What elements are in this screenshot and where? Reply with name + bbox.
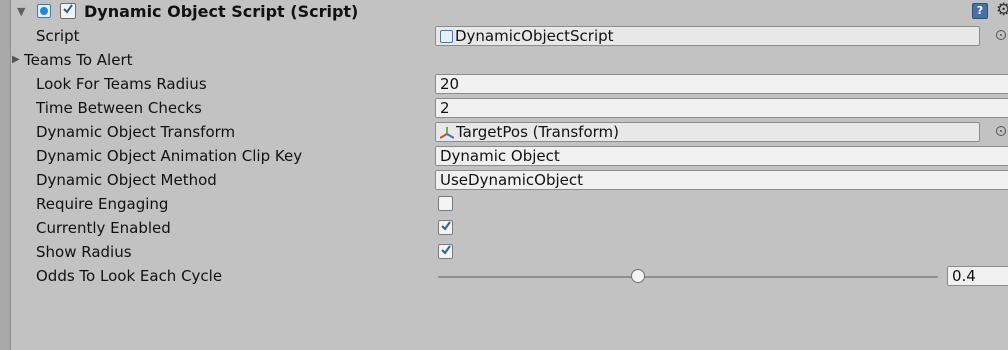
field-row-dynamic-object-transform: Dynamic Object Transform TargetPos (Tran…: [12, 120, 1008, 144]
transform-icon: [440, 126, 454, 139]
odds-value-input[interactable]: 0.4: [947, 266, 1008, 286]
field-row-teams-to-alert[interactable]: ▶ Teams To Alert: [12, 48, 1008, 72]
field-label: Currently Enabled: [36, 219, 171, 237]
field-label: Look For Teams Radius: [36, 75, 207, 93]
script-object-field[interactable]: DynamicObjectScript: [435, 26, 980, 46]
field-label: Dynamic Object Method: [36, 171, 217, 189]
field-row-dynamic-object-method: Dynamic Object Method UseDynamicObject: [12, 168, 1008, 192]
checkmark-icon: [441, 221, 451, 231]
field-row-show-radius: Show Radius: [12, 240, 1008, 264]
field-label: Teams To Alert: [24, 51, 133, 69]
field-label: Time Between Checks: [36, 99, 202, 117]
odds-slider-track[interactable]: [438, 276, 938, 278]
transform-value: TargetPos (Transform): [456, 123, 619, 141]
foldout-arrow-icon[interactable]: ▼: [17, 5, 25, 18]
field-label: Dynamic Object Animation Clip Key: [36, 147, 303, 165]
dynamic-object-method-input[interactable]: UseDynamicObject: [435, 170, 1008, 190]
gear-icon[interactable]: ⚙: [996, 0, 1008, 20]
field-label: Require Engaging: [36, 195, 169, 213]
time-between-checks-input[interactable]: 2: [435, 98, 1008, 118]
checkmark-icon: [441, 245, 451, 255]
field-label: Show Radius: [36, 243, 132, 261]
object-picker-icon[interactable]: [996, 30, 1006, 40]
animation-clip-key-input[interactable]: Dynamic Object: [435, 146, 1008, 166]
require-engaging-checkbox[interactable]: [438, 196, 453, 211]
inspector-left-border: [0, 0, 11, 350]
script-value: DynamicObjectScript: [455, 27, 614, 45]
component-title: Dynamic Object Script (Script): [84, 2, 359, 21]
field-label: Script: [36, 27, 80, 45]
component-header[interactable]: ▼ Dynamic Object Script (Script) ? ⚙: [12, 0, 1008, 24]
script-icon: [37, 4, 51, 18]
expand-arrow-icon[interactable]: ▶: [12, 54, 20, 65]
currently-enabled-checkbox[interactable]: [438, 220, 453, 235]
script-icon: [440, 30, 453, 43]
odds-slider-thumb[interactable]: [631, 269, 645, 283]
field-row-script: Script DynamicObjectScript: [12, 24, 1008, 48]
object-picker-icon[interactable]: [996, 126, 1006, 136]
field-row-time-between-checks: Time Between Checks 2: [12, 96, 1008, 120]
field-row-look-for-teams-radius: Look For Teams Radius 20: [12, 72, 1008, 96]
field-row-currently-enabled: Currently Enabled: [12, 216, 1008, 240]
look-for-teams-radius-input[interactable]: 20: [435, 74, 1008, 94]
field-label: Dynamic Object Transform: [36, 123, 236, 141]
field-row-require-engaging: Require Engaging: [12, 192, 1008, 216]
checkmark-icon: [63, 4, 73, 14]
field-row-odds-to-look: Odds To Look Each Cycle 0.4: [12, 264, 1008, 288]
field-label: Odds To Look Each Cycle: [36, 267, 223, 285]
show-radius-checkbox[interactable]: [438, 244, 453, 259]
help-icon[interactable]: ?: [972, 3, 988, 19]
transform-object-field[interactable]: TargetPos (Transform): [435, 122, 980, 142]
field-row-animation-clip-key: Dynamic Object Animation Clip Key Dynami…: [12, 144, 1008, 168]
component-enabled-checkbox[interactable]: [60, 3, 76, 19]
